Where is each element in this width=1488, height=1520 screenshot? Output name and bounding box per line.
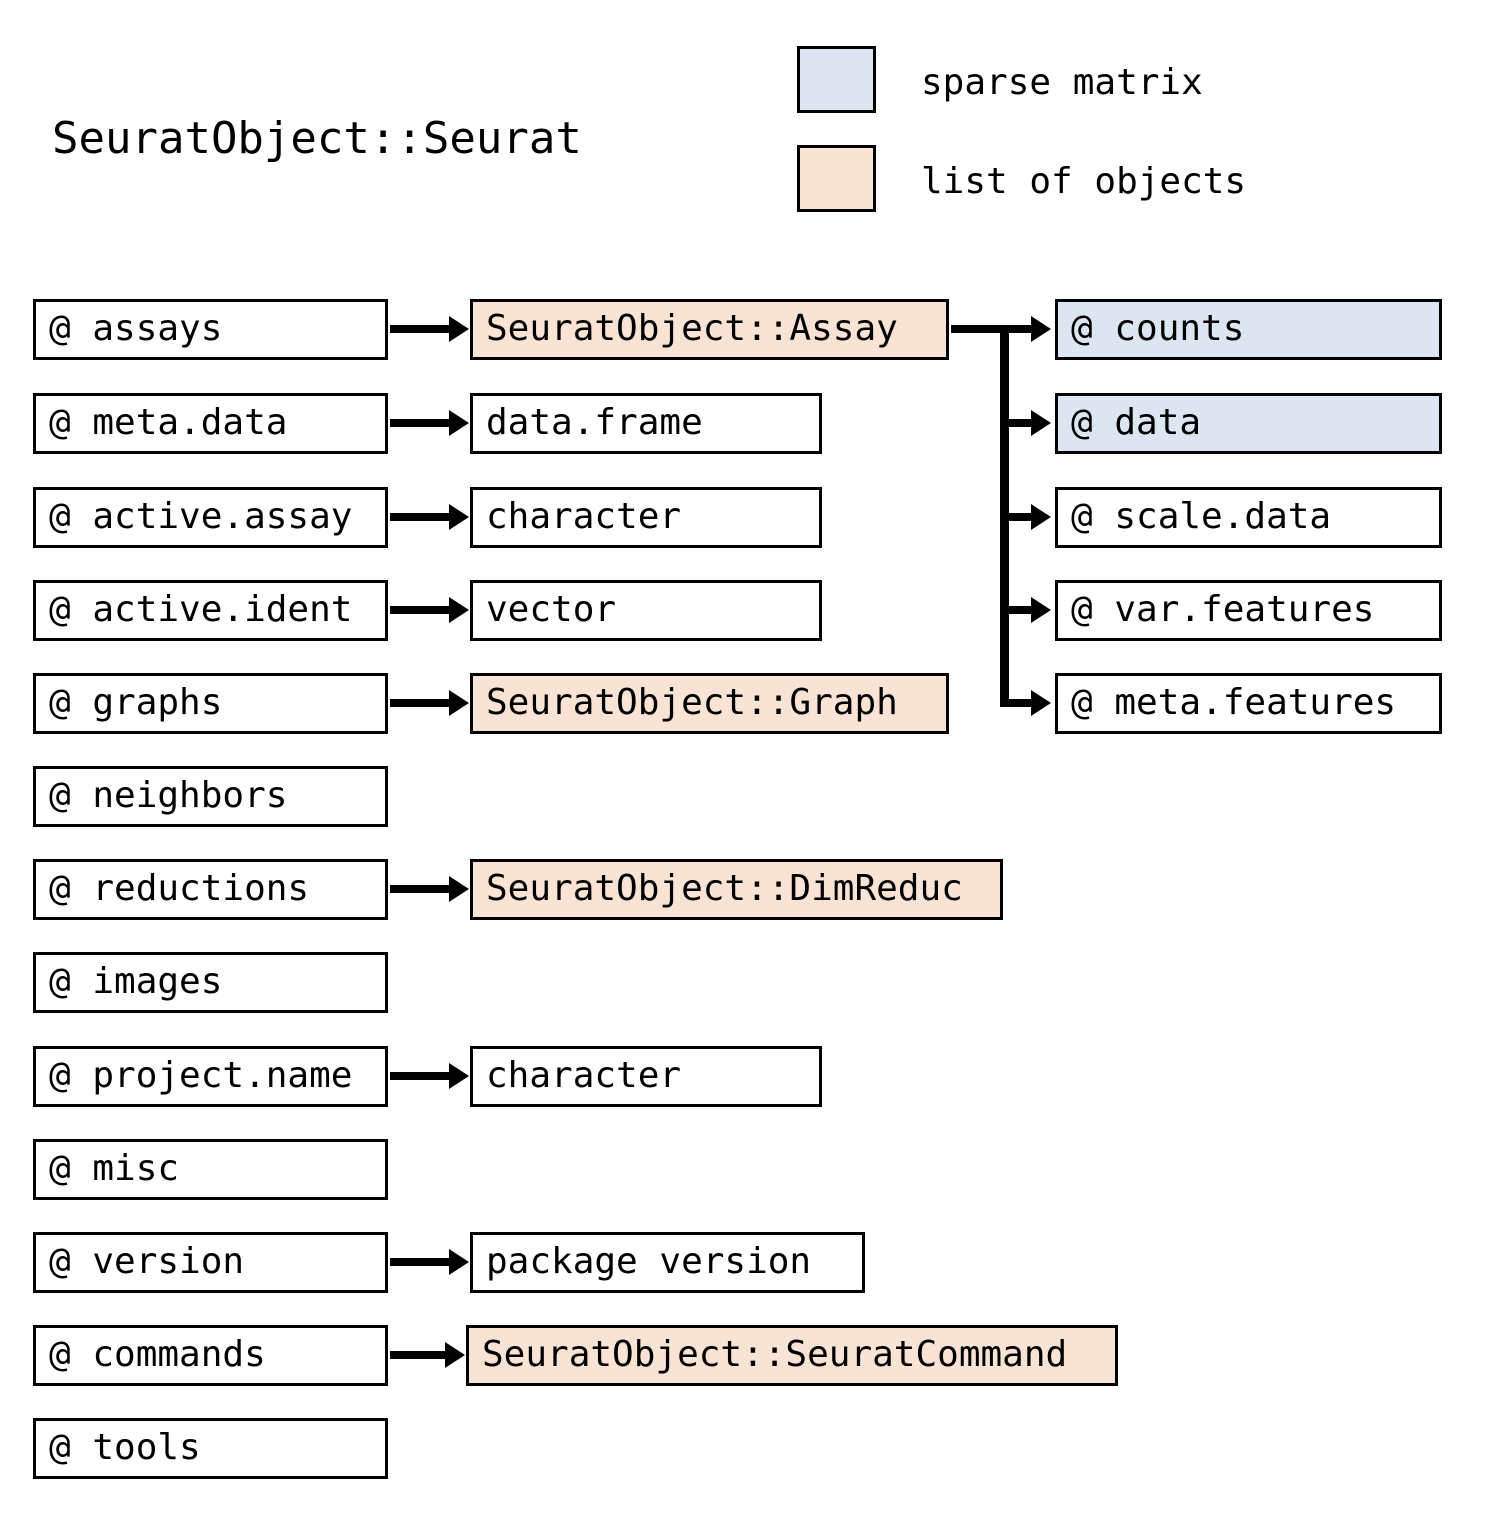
node-misc[interactable]: @ misc <box>33 1139 388 1200</box>
node-project-name[interactable]: @ project.name <box>33 1046 388 1107</box>
node-label: @ graphs <box>49 681 223 723</box>
node-label: @ counts <box>1071 307 1245 349</box>
node-neighbors[interactable]: @ neighbors <box>33 766 388 827</box>
connector-arrowhead-scale-data <box>1031 504 1051 530</box>
node-seuratobject-seuratcommand[interactable]: SeuratObject::SeuratCommand <box>466 1325 1118 1386</box>
legend-label-list-of-objects: list of objects <box>921 161 1247 202</box>
node-label: @ neighbors <box>49 774 288 816</box>
page-title: SeuratObject::Seurat <box>52 113 582 164</box>
connector-line-active-assay <box>390 513 452 521</box>
node-assays[interactable]: @ assays <box>33 299 388 360</box>
node-label: @ tools <box>49 1426 201 1468</box>
connector-line-project-name <box>390 1072 452 1080</box>
node-active-ident[interactable]: @ active.ident <box>33 580 388 641</box>
connector-arrowhead-reductions <box>449 876 469 902</box>
node-active-assay[interactable]: @ active.assay <box>33 487 388 548</box>
node-label: SeuratObject::Assay <box>486 307 898 349</box>
connector-line-commands <box>390 1351 448 1359</box>
node-meta-data[interactable]: @ meta.data <box>33 393 388 454</box>
node-label: @ commands <box>49 1333 266 1375</box>
node-vector[interactable]: vector <box>470 580 822 641</box>
node-tools[interactable]: @ tools <box>33 1418 388 1479</box>
connector-line-reductions <box>390 885 452 893</box>
connector-arrowhead-meta-data <box>449 410 469 436</box>
legend-label-sparse-matrix: sparse matrix <box>921 62 1203 103</box>
node-data-frame[interactable]: data.frame <box>470 393 822 454</box>
connector-arrowhead-active-ident <box>449 597 469 623</box>
connector-line-meta-data <box>390 419 452 427</box>
connector-arrowhead-data <box>1031 410 1051 436</box>
node-seuratobject-assay[interactable]: SeuratObject::Assay <box>470 299 949 360</box>
node-commands[interactable]: @ commands <box>33 1325 388 1386</box>
node-data[interactable]: @ data <box>1055 393 1442 454</box>
connector-line-version <box>390 1258 452 1266</box>
connector-arrowhead-graphs <box>449 690 469 716</box>
node-label: @ scale.data <box>1071 495 1332 537</box>
node-label: vector <box>486 588 617 630</box>
connector-arrowhead-commands <box>445 1342 465 1368</box>
node-label: @ misc <box>49 1147 180 1189</box>
node-label: data.frame <box>486 401 703 443</box>
connector-arrowhead-version <box>449 1249 469 1275</box>
node-label: @ images <box>49 960 223 1002</box>
node-label: @ var.features <box>1071 588 1375 630</box>
node-label: @ data <box>1071 401 1202 443</box>
node-label: @ active.assay <box>49 495 353 537</box>
node-label: SeuratObject::Graph <box>486 681 898 723</box>
node-version[interactable]: @ version <box>33 1232 388 1293</box>
node-label: @ reductions <box>49 867 310 909</box>
node-label: package version <box>486 1240 812 1282</box>
node-graphs[interactable]: @ graphs <box>33 673 388 734</box>
connector-line-active-ident <box>390 606 452 614</box>
connector-arrowhead-counts <box>1031 316 1051 342</box>
node-label: @ assays <box>49 307 223 349</box>
connector-arrowhead-meta-features <box>1031 690 1051 716</box>
node-seuratobject-dimreduc[interactable]: SeuratObject::DimReduc <box>470 859 1003 920</box>
node-label: SeuratObject::DimReduc <box>486 867 963 909</box>
node-reductions[interactable]: @ reductions <box>33 859 388 920</box>
node-scale-data[interactable]: @ scale.data <box>1055 487 1442 548</box>
node-meta-features[interactable]: @ meta.features <box>1055 673 1442 734</box>
node-seuratobject-graph[interactable]: SeuratObject::Graph <box>470 673 949 734</box>
node-package-version[interactable]: package version <box>470 1232 865 1293</box>
connector-arrowhead-assays <box>449 316 469 342</box>
legend-swatch-sparse-matrix <box>797 46 876 113</box>
node-character-project-name[interactable]: character <box>470 1046 822 1107</box>
node-images[interactable]: @ images <box>33 952 388 1013</box>
node-counts[interactable]: @ counts <box>1055 299 1442 360</box>
node-label: character <box>486 1054 682 1096</box>
node-label: @ meta.features <box>1071 681 1397 723</box>
connector-arrowhead-var-features <box>1031 597 1051 623</box>
node-label: @ active.ident <box>49 588 353 630</box>
node-label: @ project.name <box>49 1054 353 1096</box>
diagram-canvas: SeuratObject::Seurat sparse matrix list … <box>0 0 1488 1520</box>
connector-line-assays <box>390 325 452 333</box>
node-label: @ meta.data <box>49 401 288 443</box>
node-character-active-assay[interactable]: character <box>470 487 822 548</box>
node-label: @ version <box>49 1240 245 1282</box>
connector-arrowhead-active-assay <box>449 504 469 530</box>
node-label: SeuratObject::SeuratCommand <box>482 1333 1068 1375</box>
connector-line-graphs <box>390 699 452 707</box>
node-label: character <box>486 495 682 537</box>
node-var-features[interactable]: @ var.features <box>1055 580 1442 641</box>
connector-arrowhead-project-name <box>449 1063 469 1089</box>
legend-swatch-list-of-objects <box>797 145 876 212</box>
